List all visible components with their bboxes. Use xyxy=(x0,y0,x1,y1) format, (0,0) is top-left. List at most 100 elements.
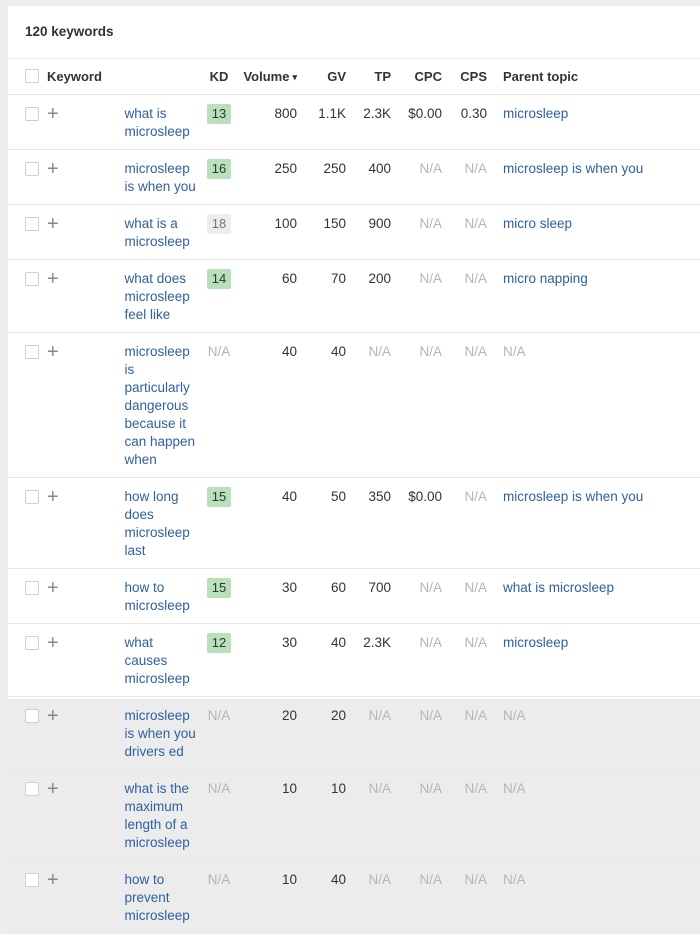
column-header-tp[interactable]: TP xyxy=(346,59,391,95)
cps-cell: 0.30 xyxy=(442,94,487,150)
add-to-list-icon[interactable]: + xyxy=(47,104,59,124)
select-all-checkbox[interactable] xyxy=(25,69,39,84)
column-header-cps[interactable]: CPS xyxy=(442,59,487,95)
row-checkbox[interactable] xyxy=(25,272,39,287)
gv-cell: 1.1K xyxy=(297,94,346,150)
gv-cell: 20 xyxy=(297,696,346,770)
add-to-list-icon[interactable]: + xyxy=(47,342,59,362)
row-checkbox[interactable] xyxy=(25,873,39,888)
cpc-cell: N/A xyxy=(391,769,442,861)
keyword-link[interactable]: how long does microsleep last xyxy=(125,488,203,560)
keyword-link[interactable]: microsleep is when you drivers ed xyxy=(125,707,203,761)
row-checkbox[interactable] xyxy=(25,345,39,360)
kd-cell: 15 xyxy=(202,477,236,569)
column-header-cpc[interactable]: CPC xyxy=(391,59,442,95)
keyword-link[interactable]: microsleep is particularly dangerous bec… xyxy=(125,343,203,469)
keyword-link[interactable]: how to microsleep xyxy=(125,579,203,615)
add-to-list-icon[interactable]: + xyxy=(47,779,59,799)
column-header-parent-topic[interactable]: Parent topic xyxy=(487,59,700,95)
kd-cell: 13 xyxy=(202,94,236,150)
volume-cell: 40 xyxy=(236,477,297,569)
row-select-cell xyxy=(8,696,47,770)
keyword-cell: what causes microsleep xyxy=(124,623,203,697)
column-header-kd[interactable]: KD xyxy=(202,59,236,95)
add-to-list-icon[interactable]: + xyxy=(47,487,59,507)
add-cell: + xyxy=(47,477,125,569)
kd-cell: N/A xyxy=(202,696,236,770)
kd-cell: 14 xyxy=(202,259,236,333)
add-to-list-icon[interactable]: + xyxy=(47,633,59,653)
kd-cell: N/A xyxy=(202,332,236,478)
keyword-cell: what is microsleep xyxy=(124,94,203,150)
kd-badge: 13 xyxy=(207,104,231,124)
row-checkbox[interactable] xyxy=(25,581,39,596)
parent-topic-link[interactable]: microsleep xyxy=(503,635,568,650)
row-checkbox[interactable] xyxy=(25,107,39,122)
parent-topic-link: N/A xyxy=(503,344,526,359)
parent-topic-link[interactable]: microsleep is when you xyxy=(503,161,643,176)
column-header-keyword[interactable]: Keyword xyxy=(47,59,202,95)
parent-topic-cell: N/A xyxy=(487,860,700,934)
keyword-cell: microsleep is particularly dangerous bec… xyxy=(124,332,203,478)
parent-topic-link[interactable]: micro napping xyxy=(503,271,588,286)
parent-topic-link[interactable]: what is microsleep xyxy=(503,580,614,595)
parent-topic-link: N/A xyxy=(503,872,526,887)
keyword-cell: what does microsleep feel like xyxy=(124,259,203,333)
row-select-cell xyxy=(8,332,47,478)
kd-cell: 18 xyxy=(202,204,236,260)
table-row: + how long does microsleep last 15 40 50… xyxy=(8,477,700,569)
cpc-cell: N/A xyxy=(391,149,442,205)
tp-cell: 200 xyxy=(346,259,391,333)
volume-cell: 10 xyxy=(236,860,297,934)
column-header-gv[interactable]: GV xyxy=(297,59,346,95)
keyword-cell: what is a microsleep xyxy=(124,204,203,260)
row-select-cell xyxy=(8,860,47,934)
keywords-panel: 120 keywords Keyword KD Volume ▾ GV TP CP… xyxy=(8,6,700,934)
parent-topic-link[interactable]: microsleep is when you xyxy=(503,489,643,504)
keyword-link[interactable]: what is the maximum length of a microsle… xyxy=(125,780,203,852)
row-checkbox[interactable] xyxy=(25,490,39,505)
table-row: + microsleep is when you drivers ed N/A … xyxy=(8,696,700,770)
keyword-link[interactable]: what is microsleep xyxy=(125,105,203,141)
parent-topic-link[interactable]: micro sleep xyxy=(503,216,572,231)
cps-cell: N/A xyxy=(442,332,487,478)
cps-cell: N/A xyxy=(442,477,487,569)
gv-cell: 50 xyxy=(297,477,346,569)
cps-cell: N/A xyxy=(442,623,487,697)
keyword-link[interactable]: what does microsleep feel like xyxy=(125,270,203,324)
keyword-link[interactable]: how to prevent microsleep xyxy=(125,871,203,925)
cps-cell: N/A xyxy=(442,204,487,260)
table-row: + what does microsleep feel like 14 60 7… xyxy=(8,259,700,333)
add-to-list-icon[interactable]: + xyxy=(47,578,59,598)
row-checkbox[interactable] xyxy=(25,709,39,724)
parent-topic-link[interactable]: microsleep xyxy=(503,106,568,121)
row-checkbox[interactable] xyxy=(25,636,39,651)
add-to-list-icon[interactable]: + xyxy=(47,214,59,234)
parent-topic-cell: micro napping xyxy=(487,259,700,333)
cps-cell: N/A xyxy=(442,149,487,205)
keyword-link[interactable]: microsleep is when you xyxy=(125,160,203,196)
column-header-volume[interactable]: Volume ▾ xyxy=(236,59,297,95)
tp-cell: 900 xyxy=(346,204,391,260)
gv-cell: 60 xyxy=(297,568,346,624)
keyword-link[interactable]: what is a microsleep xyxy=(125,215,203,251)
keyword-link[interactable]: what causes microsleep xyxy=(125,634,203,688)
add-to-list-icon[interactable]: + xyxy=(47,159,59,179)
row-checkbox[interactable] xyxy=(25,162,39,177)
table-row: + what is a microsleep 18 100 150 900 N/… xyxy=(8,204,700,260)
row-select-cell xyxy=(8,477,47,569)
kd-badge: 15 xyxy=(207,487,231,507)
cpc-cell: N/A xyxy=(391,568,442,624)
table-row: + what is the maximum length of a micros… xyxy=(8,769,700,861)
add-to-list-icon[interactable]: + xyxy=(47,269,59,289)
add-cell: + xyxy=(47,568,125,624)
kd-badge: 15 xyxy=(207,578,231,598)
parent-topic-link: N/A xyxy=(503,708,526,723)
add-to-list-icon[interactable]: + xyxy=(47,870,59,890)
row-checkbox[interactable] xyxy=(25,217,39,232)
row-checkbox[interactable] xyxy=(25,782,39,797)
add-cell: + xyxy=(47,860,125,934)
cps-cell: N/A xyxy=(442,769,487,861)
add-to-list-icon[interactable]: + xyxy=(47,706,59,726)
parent-topic-link: N/A xyxy=(503,781,526,796)
